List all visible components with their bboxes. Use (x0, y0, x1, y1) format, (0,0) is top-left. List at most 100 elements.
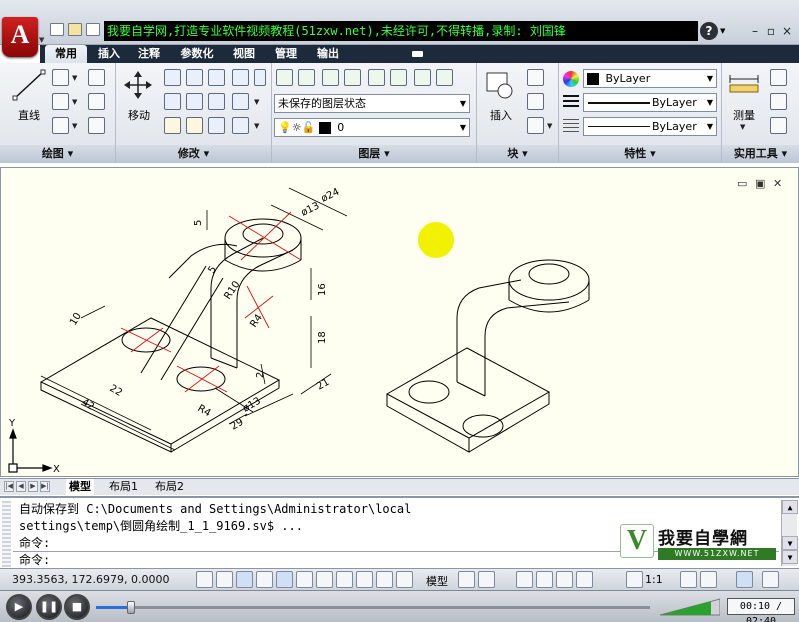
circle-icon[interactable] (52, 93, 69, 110)
calculator-icon[interactable] (770, 117, 787, 134)
chamfer-icon[interactable] (232, 117, 249, 134)
last-layout-icon[interactable]: ▶| (40, 481, 50, 492)
line-icon[interactable] (12, 69, 46, 101)
help-icon[interactable]: ? (700, 22, 718, 40)
pause-button[interactable]: ❚❚ (36, 594, 62, 620)
insert-block-icon[interactable] (485, 71, 515, 101)
tab-output[interactable]: 输出 (311, 45, 345, 63)
hatch-icon[interactable] (88, 117, 105, 134)
linetype-icon[interactable] (563, 95, 579, 109)
layout-tab-layout2[interactable]: 布局2 (152, 479, 187, 495)
circle-dropdown-icon[interactable]: ▼ (72, 98, 77, 106)
tab-insert[interactable]: 插入 (92, 45, 126, 63)
restore-button[interactable]: ▫ (764, 24, 778, 38)
layer-previous-icon[interactable] (322, 69, 339, 86)
panel-utilities-title[interactable]: 实用工具 ▾ (722, 145, 799, 163)
layout-view-icon[interactable] (478, 571, 495, 588)
create-block-icon[interactable] (527, 69, 544, 86)
annotation-scale-icon[interactable] (626, 571, 643, 588)
minimize-button[interactable]: – (748, 24, 762, 38)
workspace-switch-icon[interactable] (736, 571, 753, 588)
color-select[interactable]: ByLayer ▼ (583, 69, 717, 88)
edit-block-icon[interactable] (527, 93, 544, 110)
polyline-dropdown-icon[interactable]: ▼ (72, 74, 77, 82)
annotation-scale-value[interactable]: 1:1 (645, 573, 663, 586)
move-icon[interactable] (124, 71, 152, 99)
application-menu-arrow-icon[interactable]: ▼ (39, 36, 44, 44)
panel-modify-title[interactable]: 修改 ▾ (116, 145, 271, 163)
polar-icon[interactable] (276, 571, 293, 588)
stop-button[interactable]: ■ (64, 594, 90, 620)
clean-screen-icon[interactable] (762, 571, 779, 588)
tab-parametric[interactable]: 参数化 (174, 45, 220, 63)
steering-wheel-icon[interactable] (556, 571, 573, 588)
quick-properties-icon[interactable] (396, 571, 413, 588)
stretch-icon[interactable] (164, 93, 181, 110)
fillet-dropdown-icon[interactable]: ▼ (254, 98, 259, 106)
next-layout-icon[interactable]: ▶ (28, 481, 38, 492)
infer-constraints-icon[interactable] (196, 571, 213, 588)
layer-match-icon[interactable] (298, 69, 315, 86)
grid-icon[interactable] (236, 571, 253, 588)
ellipse-icon[interactable] (52, 117, 69, 134)
measure-icon[interactable] (728, 73, 760, 95)
lineweight-select[interactable]: ByLayer ▼ (583, 117, 717, 136)
save-icon[interactable] (86, 23, 100, 36)
array-icon[interactable] (186, 117, 203, 134)
play-button[interactable]: ▶ (6, 594, 32, 620)
layout-view-icon[interactable] (458, 571, 475, 588)
help-dropdown-icon[interactable]: ▼ (720, 27, 725, 35)
tab-manage[interactable]: 管理 (269, 45, 303, 63)
layer-isolate-icon[interactable] (344, 69, 361, 86)
open-folder-icon[interactable] (68, 23, 82, 36)
command-window-grip[interactable] (2, 501, 11, 567)
rotate-icon[interactable] (186, 69, 203, 86)
application-menu-button[interactable]: A (2, 17, 38, 57)
progress-thumb[interactable] (126, 601, 135, 614)
layer-lock-icon[interactable] (414, 69, 431, 86)
ducs-icon[interactable] (336, 571, 353, 588)
dyn-icon[interactable] (356, 571, 373, 588)
edit-attributes-icon[interactable] (527, 117, 544, 134)
ribbon-minimize-icon[interactable] (412, 51, 423, 57)
panel-draw-title[interactable]: 绘图 ▾ (0, 145, 115, 163)
command-input[interactable]: 命令: (19, 552, 50, 569)
scroll-down-icon[interactable]: ▼ (782, 550, 798, 564)
drawing-canvas[interactable]: ▭ ▣ ✕ ø24 ø13 5 5 R10 R4 16 18 10 22 42 … (0, 167, 799, 477)
color-wheel-icon[interactable] (563, 71, 579, 87)
layer-off-icon[interactable] (390, 69, 407, 86)
first-layout-icon[interactable]: |◀ (4, 481, 14, 492)
model-space-toggle[interactable]: 模型 (426, 573, 448, 589)
volume-slider[interactable] (660, 597, 720, 617)
chamfer-dropdown-icon[interactable]: ▼ (254, 122, 259, 130)
snap-icon[interactable] (216, 571, 233, 588)
linetype-select[interactable]: ByLayer ▼ (583, 93, 717, 112)
mirror-icon[interactable] (208, 93, 225, 110)
quick-select-icon[interactable] (770, 69, 787, 86)
erase-icon[interactable] (232, 69, 249, 86)
tab-home[interactable]: 常用 (45, 45, 87, 63)
attributes-dropdown-icon[interactable]: ▼ (547, 122, 552, 130)
layer-unisolate-icon[interactable] (436, 69, 453, 86)
offset-icon[interactable] (186, 93, 203, 110)
close-button[interactable]: × (780, 24, 794, 38)
trim-icon[interactable] (208, 69, 225, 86)
panel-layers-title[interactable]: 图层 ▾ (272, 145, 476, 163)
measure-dropdown-icon[interactable]: ▼ (740, 123, 745, 131)
prev-layout-icon[interactable]: ◀ (16, 481, 26, 492)
layer-freeze-icon[interactable] (368, 69, 385, 86)
arc-icon[interactable] (88, 69, 105, 86)
paste-icon[interactable] (770, 93, 787, 110)
layer-state-select[interactable]: 未保存的图层状态 ▼ (274, 94, 470, 113)
zoom-icon[interactable] (536, 571, 553, 588)
ellipse-dropdown-icon[interactable]: ▼ (72, 122, 77, 130)
layout-tab-layout1[interactable]: 布局1 (106, 479, 141, 495)
explode-icon[interactable] (254, 69, 266, 86)
otrack-icon[interactable] (316, 571, 333, 588)
progress-bar[interactable] (96, 601, 650, 614)
scroll-up-icon[interactable]: ▲ (782, 500, 798, 514)
layout-tab-model[interactable]: 模型 (66, 479, 94, 495)
scale-icon[interactable] (164, 117, 181, 134)
scroll-down-icon[interactable]: ▼ (782, 536, 798, 550)
copy-icon[interactable] (164, 69, 181, 86)
